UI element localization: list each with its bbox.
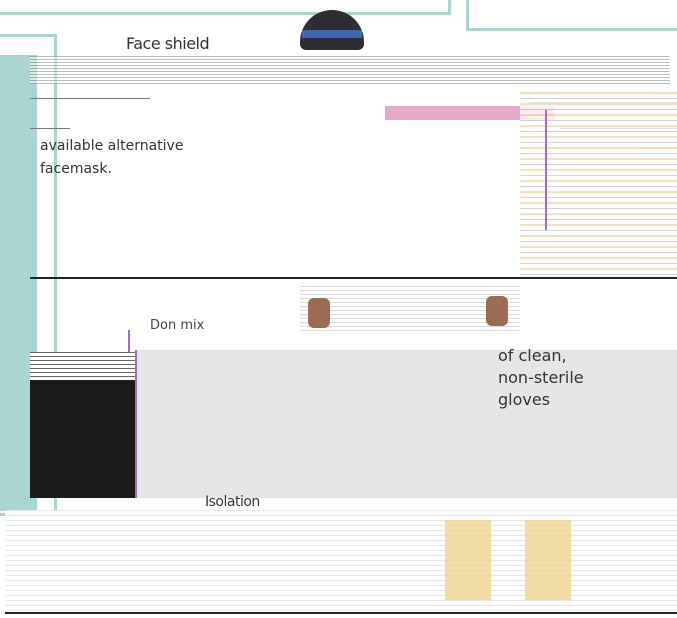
gloves-line-1: of clean, (498, 346, 567, 365)
isolation-label: Isolation (205, 494, 260, 510)
figure-leg-right (525, 520, 571, 600)
gloves-text: of clean, non-sterile gloves (498, 345, 584, 411)
frame-top-right (466, 0, 677, 31)
scramble-line-1 (30, 98, 150, 99)
left-dark-block (30, 380, 135, 498)
right-hand (486, 296, 508, 326)
bottom-rule (5, 612, 677, 614)
left-lines-block (30, 352, 135, 380)
left-text-line-1: available alternative (40, 138, 184, 154)
left-hand (308, 298, 330, 328)
gloves-line-2: non-sterile (498, 368, 584, 387)
dont-mix-label: Don mix (150, 318, 205, 333)
frame-top-left (0, 0, 451, 15)
mid-divider (30, 277, 677, 279)
face-shield-label: Face shield (126, 34, 210, 53)
figure-body-scene (520, 92, 677, 277)
bottom-scrambled-region (5, 510, 677, 615)
left-text-line-2: facemask. (40, 161, 112, 177)
figure-leg-left (445, 520, 491, 600)
scramble-line-2 (30, 128, 70, 129)
figure-headband (302, 30, 362, 38)
gloves-line-3: gloves (498, 390, 551, 409)
grey-content-panel (135, 350, 677, 498)
scrambled-text-block (30, 56, 670, 84)
hands-strip (300, 286, 520, 332)
purple-edge-mid (545, 110, 547, 230)
